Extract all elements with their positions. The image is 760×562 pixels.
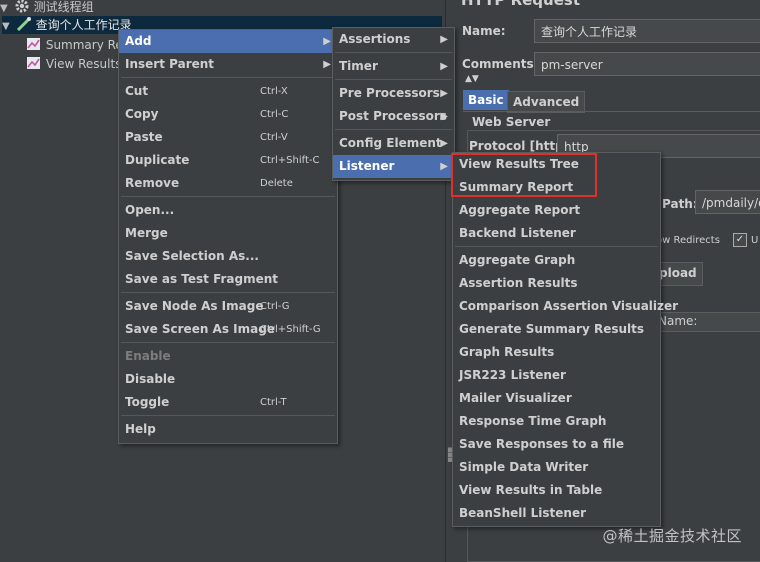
- menu-item-assertions[interactable]: Assertions ▶: [333, 28, 454, 51]
- chart-icon: [27, 38, 40, 50]
- menu-item-pre-processors[interactable]: Pre Processors ▶: [333, 82, 454, 105]
- menu-item-config-element[interactable]: Config Element ▶: [333, 132, 454, 155]
- annotation-highlight-box: [451, 153, 597, 197]
- menu-item-merge[interactable]: Merge: [119, 222, 337, 245]
- menu-item-post-processors[interactable]: Post Processors ▶: [333, 105, 454, 128]
- shortcut-label: Ctrl-X: [260, 86, 288, 97]
- menu-item-toggle[interactable]: Toggle Ctrl-T: [119, 391, 337, 414]
- path-label: Path:: [662, 197, 698, 211]
- menu-item-paste[interactable]: Paste Ctrl-V: [119, 126, 337, 149]
- menu-separator: [335, 79, 452, 80]
- submenu-arrow-icon: ▶: [440, 61, 448, 72]
- menu-item-help[interactable]: Help: [119, 418, 337, 441]
- menu-item-save-selection-as[interactable]: Save Selection As...: [119, 245, 337, 268]
- submenu-arrow-icon: ▶: [440, 161, 448, 172]
- menu-item-timer[interactable]: Timer ▶: [333, 55, 454, 78]
- summary-report-label: Summary Re: [45, 38, 123, 52]
- tree-node-thread-group[interactable]: ▼ 测试线程组: [0, 0, 445, 16]
- follow-redirects-checkbox[interactable]: ✓: [733, 233, 747, 247]
- path-field[interactable]: /pmdaily/q: [695, 190, 760, 214]
- shortcut-label: Delete: [260, 178, 293, 189]
- menu-item-assertion-results[interactable]: Assertion Results: [453, 272, 660, 295]
- use-keepalive-fragment: U: [751, 235, 759, 246]
- chart-icon: [27, 57, 40, 69]
- menu-item-generate-summary-results[interactable]: Generate Summary Results: [453, 318, 660, 341]
- menu-separator: [335, 129, 452, 130]
- shortcut-label: Ctrl-T: [260, 397, 287, 408]
- web-server-label: Web Server: [472, 115, 551, 129]
- view-results-label: View Results: [45, 57, 122, 71]
- name-label: Name:: [462, 24, 506, 38]
- menu-item-add[interactable]: Add ▶: [119, 30, 337, 53]
- menu-item-remove[interactable]: Remove Delete: [119, 172, 337, 195]
- menu-item-duplicate[interactable]: Duplicate Ctrl+Shift-C: [119, 149, 337, 172]
- gear-icon: [15, 0, 29, 13]
- thread-group-label: 测试线程组: [33, 0, 94, 14]
- menu-item-save-screen-as-image[interactable]: Save Screen As Image Ctrl+Shift-G: [119, 318, 337, 341]
- menu-item-enable: Enable: [125, 349, 171, 363]
- shortcut-label: Ctrl-V: [260, 132, 288, 143]
- menu-separator: [121, 292, 335, 293]
- name-field[interactable]: 查询个人工作记录: [534, 19, 760, 43]
- panel-title: HTTP Request: [461, 0, 580, 9]
- menu-item-aggregate-graph[interactable]: Aggregate Graph: [453, 249, 660, 272]
- comments-label: Comments:: [462, 57, 539, 71]
- menu-item-jsr223-listener[interactable]: JSR223 Listener: [453, 364, 660, 387]
- menu-separator: [455, 246, 658, 247]
- menu-item-mailer-visualizer[interactable]: Mailer Visualizer: [453, 387, 660, 410]
- menu-item-save-responses-to-file[interactable]: Save Responses to a file: [453, 433, 660, 456]
- follow-redirects-label: ow Redirects: [656, 235, 720, 246]
- menu-item-response-time-graph[interactable]: Response Time Graph: [453, 410, 660, 433]
- listener-submenu: View Results Tree Summary Report Aggrega…: [452, 152, 678, 527]
- shortcut-label: Ctrl+Shift-C: [260, 155, 320, 166]
- tab-basic[interactable]: Basic: [463, 90, 509, 110]
- add-submenu: Assertions ▶ Timer ▶ Pre Processors ▶ Post …: [332, 27, 455, 181]
- menu-item-beanshell-listener[interactable]: BeanShell Listener: [453, 502, 660, 525]
- submenu-arrow-icon: ▶: [323, 36, 331, 47]
- menu-item-insert-parent[interactable]: Insert Parent ▶: [119, 53, 337, 76]
- submenu-arrow-icon: ▶: [440, 138, 448, 149]
- menu-item-save-as-test-fragment[interactable]: Save as Test Fragment: [119, 268, 337, 291]
- menu-item-open[interactable]: Open...: [119, 199, 337, 222]
- tree-node-view-results[interactable]: View Results: [26, 55, 121, 73]
- tree-node-summary-report[interactable]: Summary Re: [26, 36, 123, 54]
- submenu-arrow-icon: ▶: [440, 111, 448, 122]
- menu-separator: [121, 196, 335, 197]
- submenu-arrow-icon: ▶: [440, 88, 448, 99]
- menu-item-view-results-in-table[interactable]: View Results in Table: [453, 479, 660, 502]
- menu-item-simple-data-writer[interactable]: Simple Data Writer: [453, 456, 660, 479]
- menu-item-cut[interactable]: Cut Ctrl-X: [119, 80, 337, 103]
- menu-separator: [121, 342, 335, 343]
- watermark: @稀土掘金技术社区: [602, 527, 742, 545]
- menu-item-backend-listener[interactable]: Backend Listener: [453, 222, 660, 245]
- menu-item-disable[interactable]: Disable: [119, 368, 337, 391]
- shortcut-label: Ctrl-G: [260, 301, 290, 312]
- menu-item-graph-results[interactable]: Graph Results: [453, 341, 660, 364]
- shortcut-label: Ctrl+Shift-G: [260, 324, 321, 335]
- pipette-icon: [16, 17, 31, 31]
- menu-item-aggregate-report[interactable]: Aggregate Report: [453, 199, 660, 222]
- menu-separator: [121, 415, 335, 416]
- submenu-arrow-icon: ▶: [440, 34, 448, 45]
- menu-item-listener[interactable]: Listener ▶: [333, 155, 454, 178]
- menu-separator: [121, 77, 335, 78]
- menu-item-copy[interactable]: Copy Ctrl-C: [119, 103, 337, 126]
- tab-advanced[interactable]: Advanced: [507, 91, 586, 113]
- shortcut-label: Ctrl-C: [260, 109, 289, 120]
- menu-item-save-node-as-image[interactable]: Save Node As Image Ctrl-G: [119, 295, 337, 318]
- collapse-triangle-icon[interactable]: ▼: [2, 18, 12, 36]
- submenu-arrow-icon: ▶: [323, 59, 331, 70]
- menu-item-comparison-assertion-visualizer[interactable]: Comparison Assertion Visualizer: [453, 295, 678, 318]
- comments-field[interactable]: pm-server: [534, 52, 760, 76]
- tab-divider: [463, 111, 760, 112]
- menu-separator: [335, 52, 452, 53]
- context-menu: Add ▶ Insert Parent ▶ Cut Ctrl-X Copy Ctrl-C…: [118, 29, 338, 444]
- collapse-arrows-icon[interactable]: ▲▼: [465, 74, 479, 84]
